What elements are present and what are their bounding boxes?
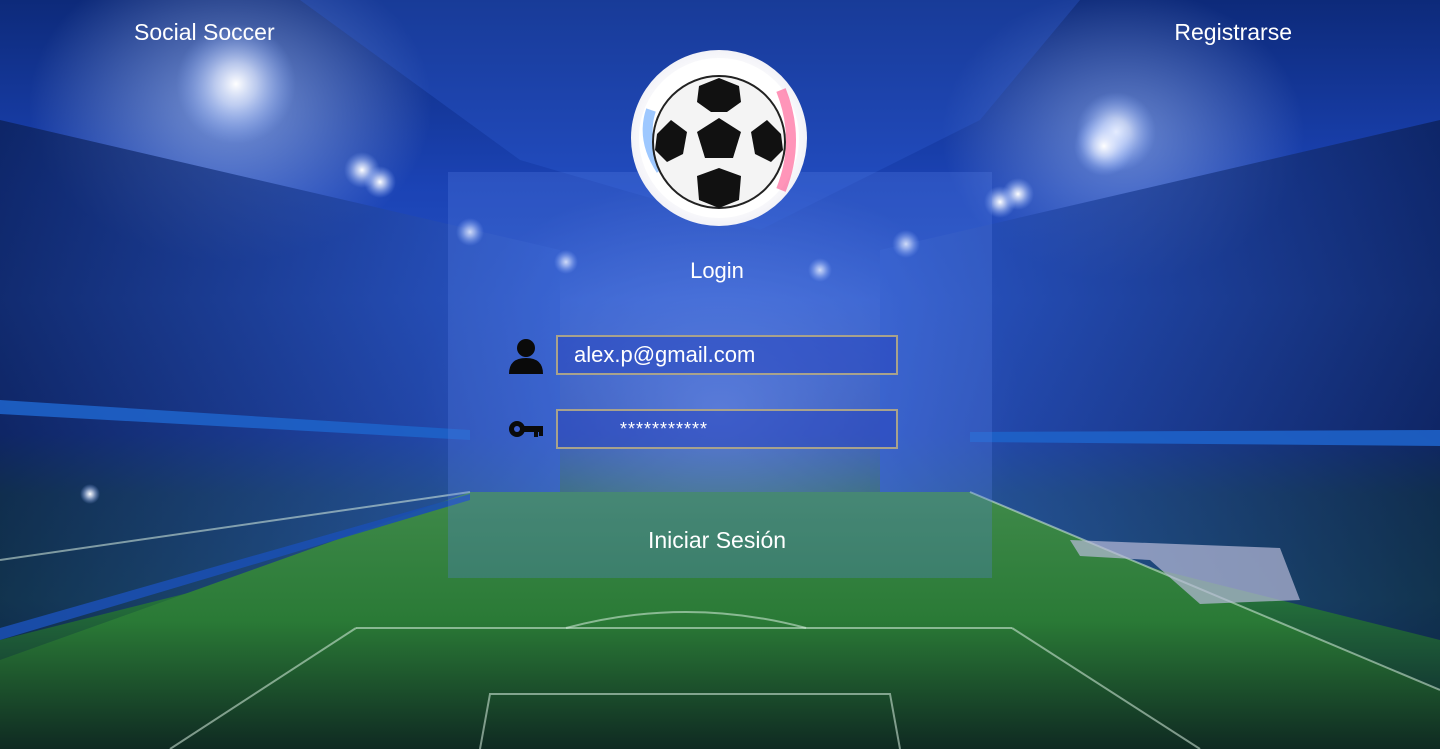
- brand-link[interactable]: Social Soccer: [134, 19, 275, 46]
- register-link[interactable]: Registrarse: [1174, 19, 1292, 46]
- password-field[interactable]: [556, 409, 898, 449]
- login-title: Login: [690, 258, 744, 283]
- soccer-ball-icon: [631, 50, 807, 226]
- key-icon: [508, 410, 546, 448]
- login-button[interactable]: Iniciar Sesión: [560, 520, 874, 560]
- login-panel: [448, 172, 992, 578]
- user-icon: [507, 336, 545, 374]
- email-field[interactable]: [556, 335, 898, 375]
